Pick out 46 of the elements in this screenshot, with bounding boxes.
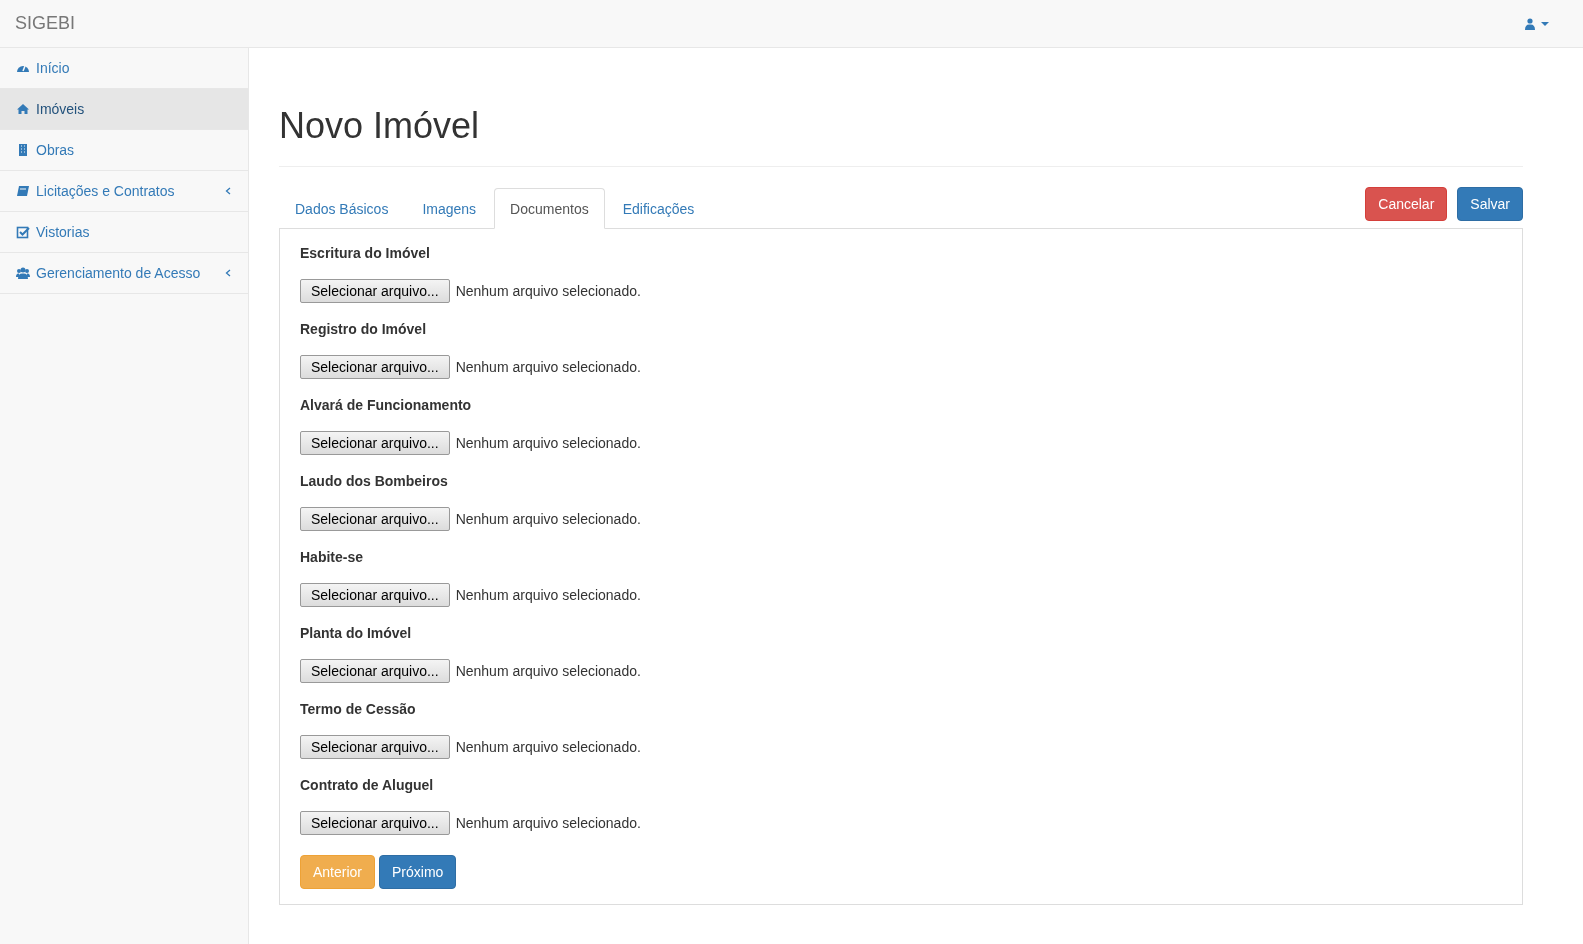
book-icon <box>16 184 30 198</box>
tab[interactable]: Imagens <box>406 188 493 229</box>
field-label: Alvará de Funcionamento <box>300 397 473 413</box>
tab[interactable]: Edificações <box>606 188 711 229</box>
file-status-text: Nenhum arquivo selecionado. <box>455 587 641 603</box>
file-select-button[interactable]: Selecionar arquivo... <box>300 279 450 303</box>
field-label: Registro do Imóvel <box>300 321 428 337</box>
file-select-button[interactable]: Selecionar arquivo... <box>300 811 450 835</box>
field-label: Termo de Cessão <box>300 701 417 717</box>
page-title: Novo Imóvel <box>279 105 1523 167</box>
tab[interactable]: Dados Básicos <box>279 188 405 229</box>
checkbox-icon <box>16 225 30 239</box>
sidebar-item[interactable]: Gerenciamento de Acesso <box>0 253 248 294</box>
file-status-text: Nenhum arquivo selecionado. <box>455 815 641 831</box>
field-label: Planta do Imóvel <box>300 625 413 641</box>
file-select-button[interactable]: Selecionar arquivo... <box>300 355 450 379</box>
file-status-text: Nenhum arquivo selecionado. <box>455 511 641 527</box>
field-label: Habite-se <box>300 549 365 565</box>
home-icon <box>16 102 30 116</box>
chevron-left-icon <box>225 187 231 195</box>
brand-link[interactable]: SIGEBI <box>15 13 76 34</box>
file-select-button[interactable]: Selecionar arquivo... <box>300 735 450 759</box>
file-status-text: Nenhum arquivo selecionado. <box>455 663 641 679</box>
sidebar-item[interactable]: Licitações e Contratos <box>0 171 248 212</box>
sidebar-item[interactable]: Imóveis <box>0 89 248 130</box>
field-label: Contrato de Aluguel <box>300 777 435 793</box>
users-icon <box>16 266 30 280</box>
user-icon <box>1525 17 1551 30</box>
next-button[interactable]: Próximo <box>379 855 457 889</box>
file-status-text: Nenhum arquivo selecionado. <box>455 283 641 299</box>
file-select-button[interactable]: Selecionar arquivo... <box>300 583 450 607</box>
file-status-text: Nenhum arquivo selecionado. <box>455 435 641 451</box>
file-status-text: Nenhum arquivo selecionado. <box>455 359 641 375</box>
field-label: Laudo dos Bombeiros <box>300 473 449 489</box>
sidebar-item[interactable]: Obras <box>0 130 248 171</box>
field-label: Escritura do Imóvel <box>300 245 431 261</box>
file-status-text: Nenhum arquivo selecionado. <box>455 739 641 755</box>
chevron-left-icon <box>225 269 231 277</box>
file-select-button[interactable]: Selecionar arquivo... <box>300 431 450 455</box>
tab[interactable]: Documentos <box>494 188 605 229</box>
save-button[interactable]: Salvar <box>1457 187 1523 221</box>
cancel-button[interactable]: Cancelar <box>1365 187 1448 221</box>
file-select-button[interactable]: Selecionar arquivo... <box>300 507 450 531</box>
file-select-button[interactable]: Selecionar arquivo... <box>300 659 450 683</box>
building-icon <box>16 143 30 157</box>
sidebar-item[interactable]: Vistorias <box>0 212 248 253</box>
